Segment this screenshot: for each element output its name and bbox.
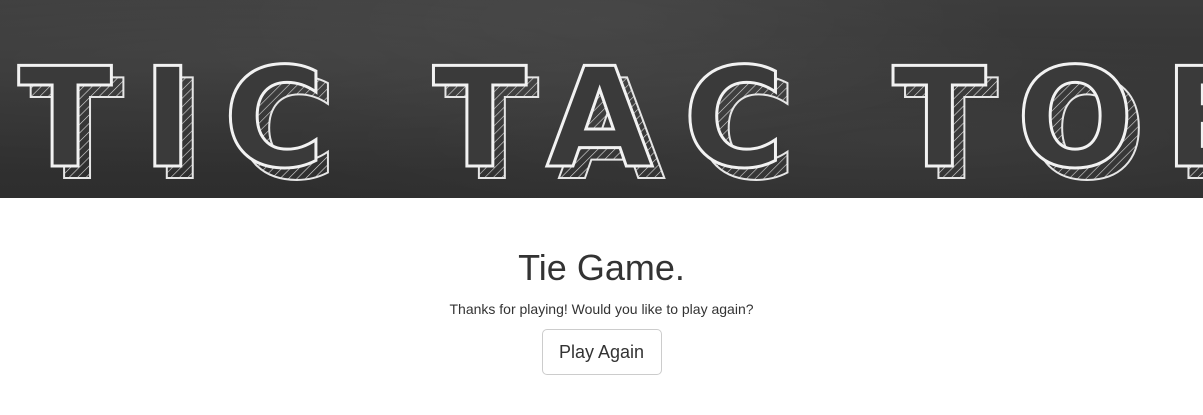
logo-text: TIC TAC TOE — [18, 38, 1203, 198]
header-banner: TIC TAC TOE TIC TAC TOE — [0, 0, 1203, 198]
play-again-button[interactable]: Play Again — [541, 329, 662, 375]
result-message: Thanks for playing! Would you like to pl… — [449, 301, 754, 317]
result-title: Tie Game. — [518, 247, 685, 288]
chalk-logo: TIC TAC TOE TIC TAC TOE — [17, 37, 1203, 199]
result-panel: Tie Game. Thanks for playing! Would you … — [0, 198, 1203, 375]
